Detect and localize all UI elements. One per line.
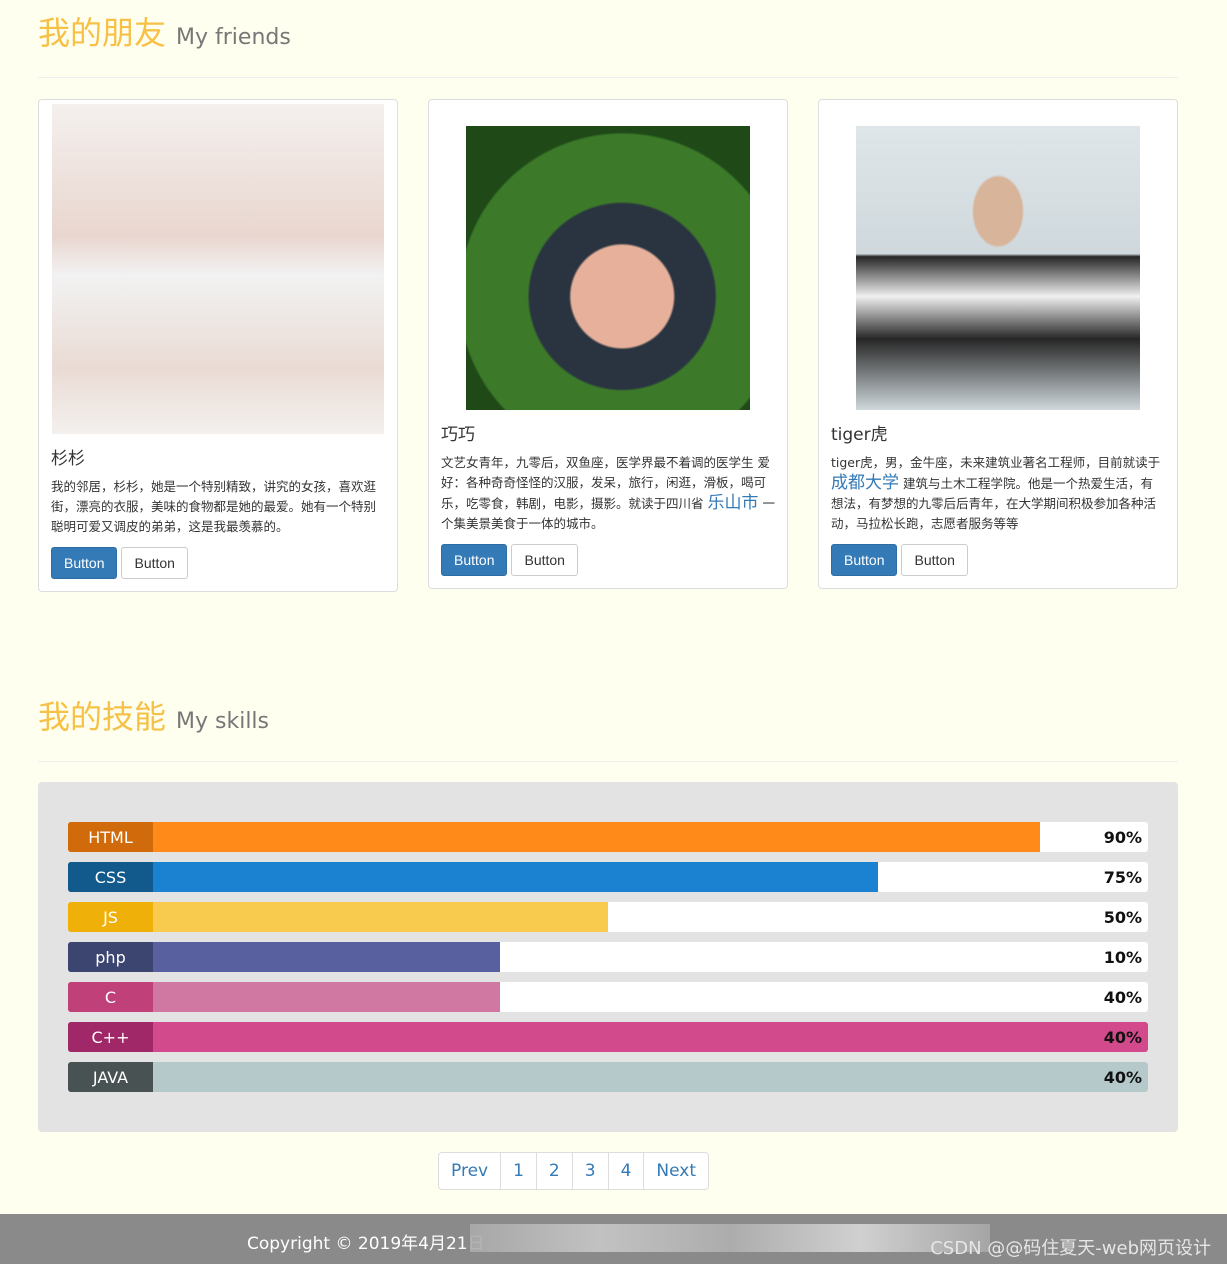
skill-fill [68,822,1040,852]
skill-percent: 90% [1103,828,1142,847]
primary-button[interactable]: Button [831,544,898,576]
friend-card: tiger虎 tiger虎，男，金牛座，未来建筑业著名工程师，目前就读于 成都大… [818,99,1178,589]
default-button[interactable]: Button [121,547,188,579]
default-button[interactable]: Button [901,544,968,576]
skill-fill [68,1062,1148,1092]
skill-percent: 10% [1103,948,1142,967]
friend-desc: 文艺女青年，九零后，双鱼座，医学界最不着调的医学生 爱好：各种奇奇怪怪的汉服，发… [441,453,775,534]
primary-button[interactable]: Button [441,544,508,576]
friend-photo [466,126,750,410]
friend-name: tiger虎 [831,425,888,445]
skills-panel: HTML 90% CSS 75% JS 50% php 10% C 40% C++ 40% JAVA 40… [38,782,1178,1132]
skill-percent: 40% [1103,988,1142,1007]
friends-title-zh: 我的朋友 [38,14,167,52]
skills-heading: 我的技能 My skills [38,692,269,738]
default-button[interactable]: Button [511,544,578,576]
skill-percent: 50% [1103,908,1142,927]
skill-bar: C++ 40% [68,1022,1148,1052]
friend-photo [52,104,384,434]
skill-percent: 75% [1103,868,1142,887]
highlight-link[interactable]: 乐山市 [708,493,759,513]
divider [38,77,1178,78]
page-link-2[interactable]: 2 [535,1153,572,1189]
friend-desc: 我的邻居，杉杉，她是一个特别精致，讲究的女孩，喜欢逛街，漂亮的衣服，美味的食物都… [51,479,377,534]
redacted-region [470,1224,990,1252]
highlight-link[interactable]: 成都大学 [831,473,899,493]
friend-card: 杉杉 我的邻居，杉杉，她是一个特别精致，讲究的女孩，喜欢逛街，漂亮的衣服，美味的… [38,99,398,592]
primary-button[interactable]: Button [51,547,118,579]
skills-title-en: My skills [176,709,270,734]
friends-title-en: My friends [176,25,291,50]
skill-bar: php 10% [68,942,1148,972]
desc-text: tiger虎，男，金牛座，未来建筑业著名工程师，目前就读于 [831,455,1161,470]
page-link-4[interactable]: 4 [607,1153,644,1189]
skill-label: JAVA [68,1062,153,1092]
skill-label: HTML [68,822,153,852]
copyright: Copyright © 2019年4月21日 [247,1234,485,1254]
friend-name: 杉杉 [51,449,85,469]
friend-desc: tiger虎，男，金牛座，未来建筑业著名工程师，目前就读于 成都大学 建筑与土木… [831,453,1165,534]
page-link-3[interactable]: 3 [571,1153,608,1189]
pagination: Prev 1 2 3 4 Next [438,1152,710,1190]
skill-fill [68,862,878,892]
skill-bar: C 40% [68,982,1148,1012]
skill-label: php [68,942,153,972]
skill-label: C [68,982,153,1012]
skill-label: JS [68,902,153,932]
friend-card: 巧巧 文艺女青年，九零后，双鱼座，医学界最不着调的医学生 爱好：各种奇奇怪怪的汉… [428,99,788,589]
skill-bar: HTML 90% [68,822,1148,852]
skill-bar: JS 50% [68,902,1148,932]
skill-percent: 40% [1103,1068,1142,1087]
skill-percent: 40% [1103,1028,1142,1047]
friends-heading: 我的朋友 My friends [38,8,291,54]
page-link-next[interactable]: Next [643,1153,708,1189]
skill-fill [68,1022,1148,1052]
divider [38,761,1178,762]
skill-bar: JAVA 40% [68,1062,1148,1092]
page-link-1[interactable]: 1 [500,1153,536,1189]
page-link-prev[interactable]: Prev [439,1153,500,1189]
skill-label: CSS [68,862,153,892]
skills-title-zh: 我的技能 [38,698,167,736]
friend-photo [856,126,1140,410]
skill-label: C++ [68,1022,153,1052]
watermark: CSDN @@码住夏天-web网页设计 [930,1238,1211,1259]
footer: Copyright © 2019年4月21日 CSDN @@码住夏天-web网页… [0,1214,1227,1264]
friend-name: 巧巧 [441,425,475,445]
skill-bar: CSS 75% [68,862,1148,892]
